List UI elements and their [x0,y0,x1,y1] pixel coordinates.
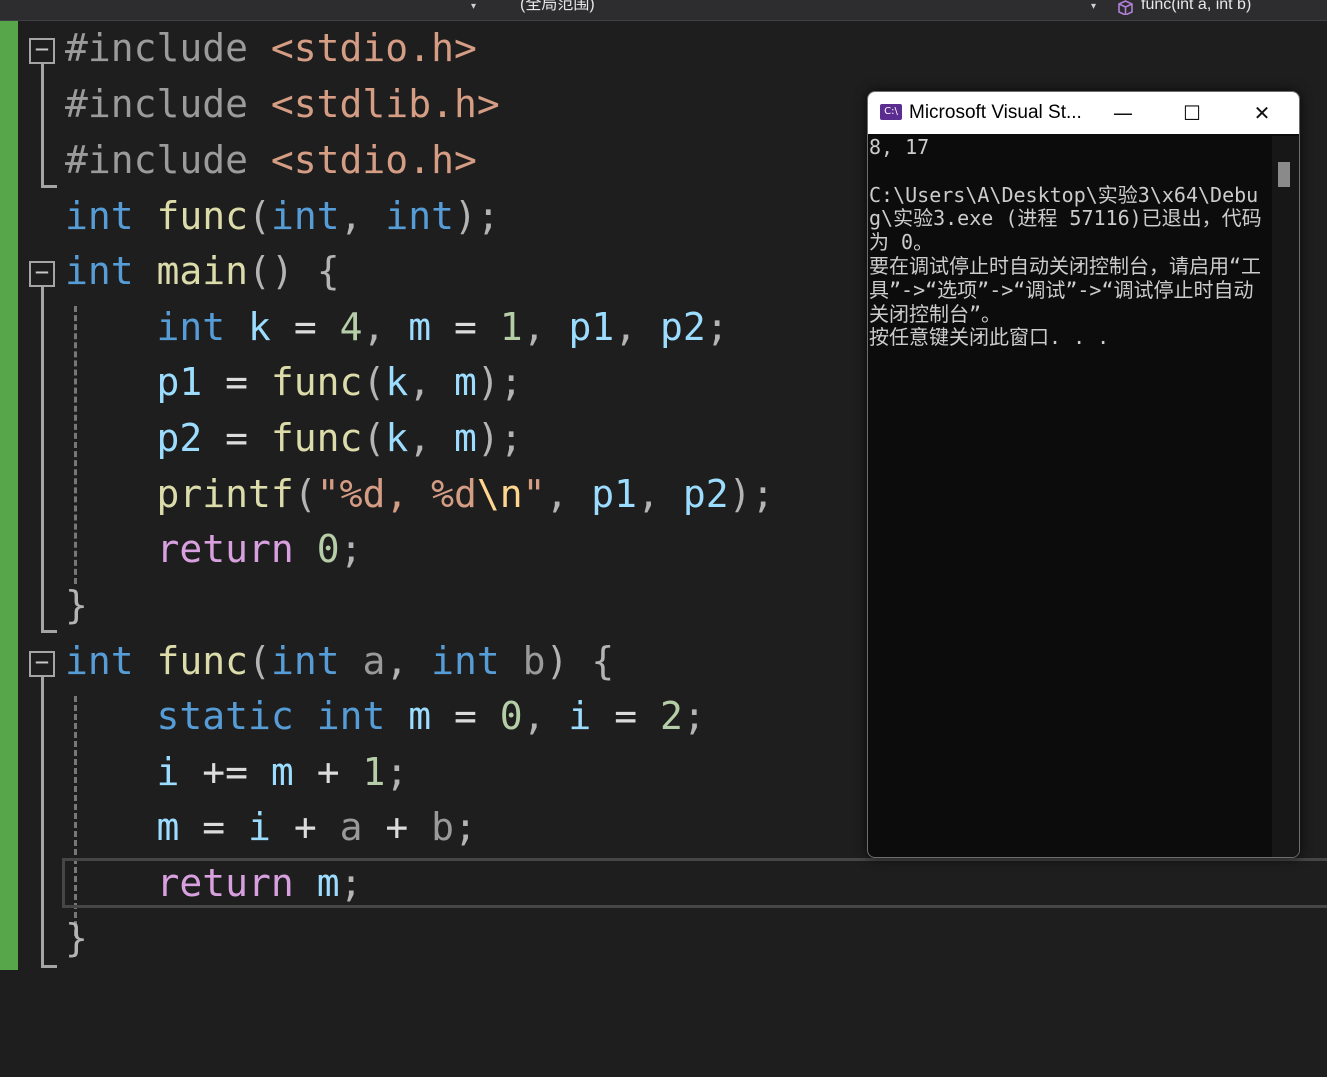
code-line: #include <stdlib.h> [65,82,500,126]
code-line: int k = 4, m = 1, p1, p2; [156,305,729,349]
member-dropdown[interactable]: func(int a, int b) [1141,0,1327,18]
code-line: return m; [156,861,363,905]
code-line: #include <stdio.h> [65,138,477,182]
cube-icon [1117,0,1134,20]
console-title: Microsoft Visual St... [909,102,1082,123]
code-line: p2 = func(k, m); [156,416,523,460]
console-output: 8, 17 C:\Users\A\Desktop\实验3\x64\Debug\实… [869,135,1262,350]
console-title-bar[interactable]: C:\ Microsoft Visual St... — ☐ ✕ [868,92,1299,134]
code-line: int func(int, int); [65,194,500,238]
scrollbar-thumb[interactable] [1278,162,1290,187]
code-line: } [65,916,88,960]
maximize-button[interactable]: ☐ [1158,92,1226,134]
scope-dropdown[interactable]: (全局范围) [520,0,1080,18]
console-window[interactable]: C:\ Microsoft Visual St... — ☐ ✕ 8, 17 C… [867,91,1300,858]
minimize-button[interactable]: — [1089,92,1157,134]
navigation-bar: ▾ (全局范围) ▾ func(int a, int b) [0,0,1327,21]
code-lines: #include <stdio.h> #include <stdlib.h> #… [0,21,774,1077]
code-line: return 0; [156,527,363,571]
console-icon: C:\ [880,104,902,120]
chevron-down-icon[interactable]: ▾ [471,2,476,12]
code-line: p1 = func(k, m); [156,360,523,404]
code-line: printf("%d, %d\n", p1, p2); [156,472,775,516]
chevron-down-icon[interactable]: ▾ [1091,2,1096,12]
code-line: m = i + a + b; [156,805,477,849]
code-line: #include <stdio.h> [65,26,477,70]
code-line: int main() { [65,249,340,293]
code-line: int func(int a, int b) { [65,639,615,683]
code-line: static int m = 0, i = 2; [156,694,706,738]
code-line: } [65,583,88,627]
close-button[interactable]: ✕ [1228,92,1296,134]
console-scrollbar[interactable] [1272,136,1299,857]
code-line: i += m + 1; [156,750,409,794]
